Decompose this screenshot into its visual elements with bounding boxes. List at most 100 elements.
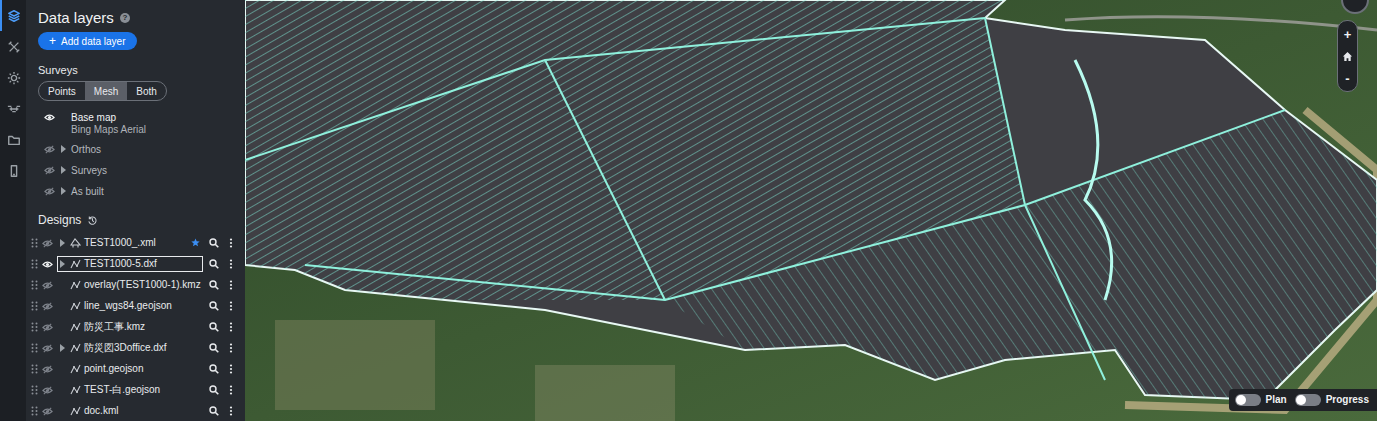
more-menu-icon[interactable] (229, 280, 233, 290)
expand-arrow-icon[interactable] (60, 145, 67, 153)
drag-handle-icon[interactable] (31, 259, 38, 269)
design-item[interactable]: 防災図3Doffice.dxf (57, 340, 203, 356)
design-row[interactable]: TEST1000_.xml (31, 232, 235, 253)
zoom-to-icon[interactable] (209, 259, 219, 269)
zoom-to-icon[interactable] (209, 280, 219, 290)
star-icon[interactable] (191, 238, 200, 247)
zoom-to-icon[interactable] (209, 322, 219, 332)
section-title: Surveys (38, 63, 235, 77)
more-menu-icon[interactable] (229, 301, 233, 311)
map-view[interactable]: + - Plan Progress (245, 0, 1377, 421)
layer-name: Surveys (71, 164, 107, 177)
eye-icon[interactable] (42, 343, 53, 354)
design-row[interactable]: 防災工事.kmz (31, 316, 235, 337)
layer-row[interactable]: As built (31, 181, 235, 202)
design-row[interactable]: TEST-白.geojson (31, 379, 235, 400)
ramp-line (1075, 60, 1112, 300)
more-menu-icon[interactable] (229, 322, 233, 332)
eye-icon[interactable] (42, 322, 53, 333)
mesh-surface[interactable] (245, 0, 1377, 400)
design-item[interactable]: doc.kml (57, 403, 203, 419)
design-item[interactable]: overlay(TEST1000-1).kmz (57, 277, 203, 293)
mode-option[interactable]: Both (127, 82, 166, 100)
eye-icon[interactable] (44, 144, 55, 155)
rail-item[interactable] (0, 93, 26, 124)
design-item[interactable]: TEST-白.geojson (57, 382, 203, 398)
toggle[interactable]: Plan (1235, 393, 1287, 407)
expand-arrow-icon[interactable] (59, 239, 66, 247)
layer-row[interactable]: Surveys (31, 160, 235, 181)
toggle[interactable]: Progress (1295, 393, 1369, 407)
eye-icon[interactable] (44, 165, 55, 176)
switch[interactable] (1235, 394, 1261, 406)
design-row[interactable]: TEST1000-5.dxf (31, 253, 235, 274)
eye-icon[interactable] (44, 186, 55, 197)
more-menu-icon[interactable] (229, 259, 233, 269)
rail-item[interactable] (0, 62, 26, 93)
layer-name: Base map (71, 111, 146, 124)
drag-handle-icon[interactable] (31, 364, 38, 374)
eye-icon[interactable] (42, 259, 53, 270)
drag-handle-icon[interactable] (31, 301, 38, 311)
mode-option[interactable]: Points (39, 82, 85, 100)
zoom-to-icon[interactable] (209, 238, 219, 248)
mode-option[interactable]: Mesh (85, 82, 127, 100)
home-button[interactable] (1338, 45, 1357, 67)
more-menu-icon[interactable] (229, 343, 233, 353)
drag-handle-icon[interactable] (31, 385, 38, 395)
eye-icon[interactable] (42, 364, 53, 375)
mesh-wireframe (665, 110, 1377, 400)
zoom-to-icon[interactable] (209, 364, 219, 374)
history-icon[interactable] (87, 215, 98, 226)
rail-item[interactable] (0, 155, 26, 186)
mesh-scene[interactable] (245, 0, 1377, 421)
zoom-in-button[interactable]: + (1338, 23, 1357, 45)
design-item[interactable]: TEST1000-5.dxf (57, 256, 203, 272)
design-row[interactable]: 防災図3Doffice.dxf (31, 337, 235, 358)
rail-item[interactable] (0, 124, 26, 155)
design-row[interactable]: point.geojson (31, 358, 235, 379)
zoom-out-button[interactable]: - (1338, 67, 1357, 89)
design-name: line_wgs84.geojson (84, 300, 189, 312)
eye-icon[interactable] (42, 238, 53, 249)
eye-icon[interactable] (42, 406, 53, 417)
eye-icon[interactable] (42, 385, 53, 396)
drag-handle-icon[interactable] (31, 322, 38, 332)
eye-icon[interactable] (42, 301, 53, 312)
design-item[interactable]: 防災工事.kmz (57, 319, 203, 335)
help-icon[interactable]: ? (120, 13, 130, 23)
more-menu-icon[interactable] (229, 385, 233, 395)
add-data-layer-button[interactable]: +Add data layer (38, 32, 137, 50)
design-item[interactable]: TEST1000_.xml (57, 235, 203, 251)
rail-item[interactable] (0, 0, 26, 31)
layer-row[interactable]: Base mapBing Maps Aerial (31, 107, 235, 139)
more-menu-icon[interactable] (229, 238, 233, 248)
eye-icon[interactable] (44, 112, 55, 123)
drag-handle-icon[interactable] (31, 406, 38, 416)
more-menu-icon[interactable] (229, 406, 233, 416)
zoom-to-icon[interactable] (209, 301, 219, 311)
design-row[interactable]: doc.kml (31, 400, 235, 421)
zoom-to-icon[interactable] (209, 385, 219, 395)
design-item[interactable]: point.geojson (57, 361, 203, 377)
expand-arrow-icon[interactable] (59, 344, 66, 352)
design-row[interactable]: overlay(TEST1000-1).kmz (31, 274, 235, 295)
design-item[interactable]: line_wgs84.geojson (57, 298, 203, 314)
drag-handle-icon[interactable] (31, 280, 38, 290)
tools-icon (7, 40, 21, 54)
zoom-to-icon[interactable] (209, 406, 219, 416)
rail-item[interactable] (0, 31, 26, 62)
drag-handle-icon[interactable] (31, 343, 38, 353)
switch[interactable] (1295, 394, 1321, 406)
layer-row[interactable]: Orthos (31, 139, 235, 160)
eye-icon[interactable] (42, 280, 53, 291)
expand-arrow-icon[interactable] (60, 187, 67, 195)
design-row[interactable]: line_wgs84.geojson (31, 295, 235, 316)
expand-arrow-icon[interactable] (60, 166, 67, 174)
more-menu-icon[interactable] (229, 364, 233, 374)
zoom-to-icon[interactable] (209, 343, 219, 353)
layers-icon (7, 9, 21, 23)
drag-handle-icon[interactable] (31, 238, 38, 248)
field-patch (535, 365, 675, 421)
expand-arrow-icon[interactable] (59, 260, 66, 268)
